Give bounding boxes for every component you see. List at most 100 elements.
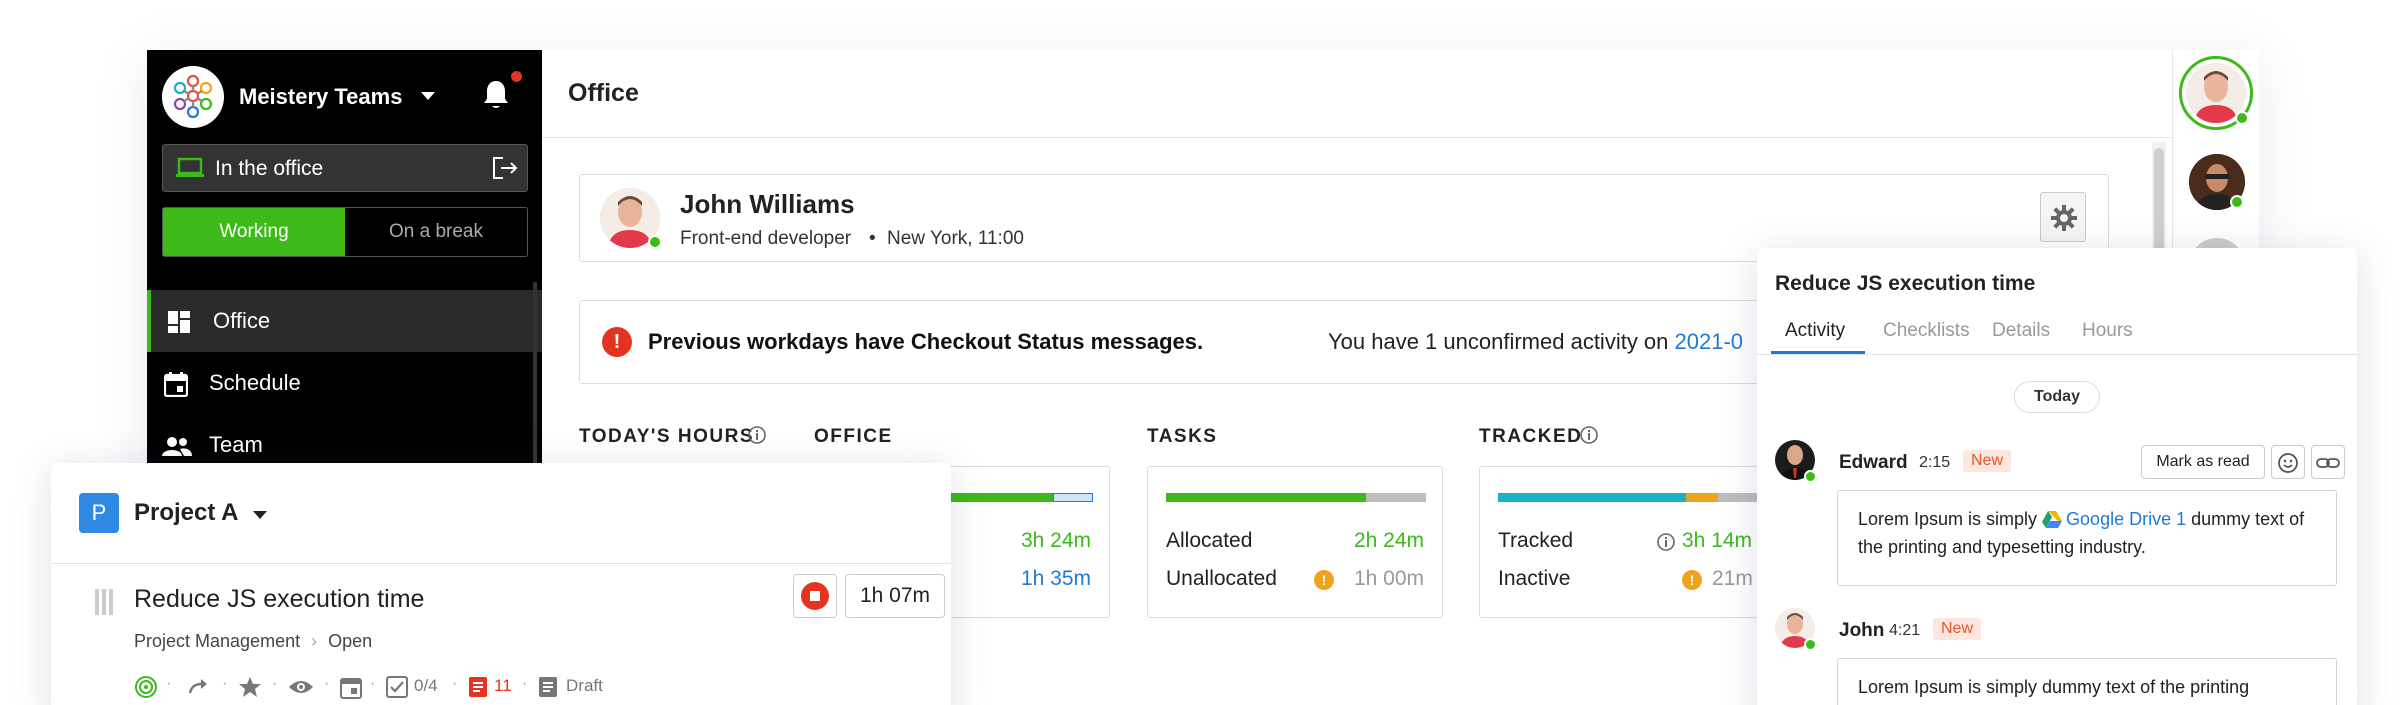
notice-message: Previous workdays have Checkout Status m…	[648, 329, 1204, 354]
online-status-dot	[2235, 111, 2249, 125]
project-badge: P	[79, 493, 119, 533]
checklist-icon[interactable]	[386, 676, 408, 698]
page-title: Office	[568, 79, 639, 107]
activity-panel-title: Reduce JS execution time	[1775, 272, 2036, 295]
unallocated-bar	[1366, 493, 1426, 502]
people-icon	[162, 437, 192, 456]
warning-icon[interactable]: !	[1314, 570, 1334, 590]
breadcrumb-project[interactable]: Project Management	[134, 631, 300, 651]
project-dropdown-caret-icon[interactable]	[253, 511, 267, 519]
office-value-2: 1h 35m	[1020, 567, 1091, 590]
allocated-label: Allocated	[1166, 529, 1253, 552]
tracked-value: 3h 14m	[1682, 529, 1753, 552]
dashboard-icon	[168, 311, 190, 333]
bell-icon[interactable]	[481, 78, 511, 117]
online-status-dot	[1804, 638, 1817, 651]
unconfirmed-activity-link[interactable]: 2021-0	[1675, 329, 1744, 354]
smiley-icon	[2278, 453, 2298, 473]
allocated-value: 2h 24m	[1353, 529, 1424, 552]
message-body: Lorem Ipsum is simply Google Drive 1 dum…	[1837, 490, 2337, 586]
timer-display[interactable]: 1h 07m	[845, 574, 945, 618]
nav-item-office[interactable]: Office	[147, 290, 542, 352]
info-icon[interactable]	[747, 425, 767, 450]
team-logo[interactable]	[162, 66, 224, 128]
alert-icon: !	[602, 327, 632, 357]
task-meta-row: · · · · · 0/4 · 11 · Draft	[134, 675, 734, 699]
office-status-label: In the office	[215, 157, 324, 180]
mark-as-read-button[interactable]: Mark as read	[2141, 445, 2265, 479]
calendar-icon[interactable]	[340, 675, 362, 699]
settings-button[interactable]	[2040, 192, 2086, 242]
message-text-start: Lorem Ipsum is simply	[1858, 509, 2043, 529]
online-status-dot	[648, 235, 662, 249]
office-progress-remaining	[1053, 493, 1093, 502]
warning-icon[interactable]: !	[1682, 570, 1702, 590]
unallocated-label: Unallocated	[1166, 567, 1277, 590]
redo-icon[interactable]	[186, 677, 212, 697]
gear-icon	[2051, 205, 2077, 231]
team-name[interactable]: Meistery Teams	[239, 84, 402, 110]
eye-icon[interactable]	[288, 679, 314, 695]
drag-handle-icon[interactable]	[93, 589, 113, 620]
stop-icon	[801, 582, 829, 610]
divider	[51, 563, 951, 564]
link-icon	[2316, 458, 2340, 468]
message-author: John	[1839, 620, 1885, 641]
tab-hours[interactable]: Hours	[2082, 320, 2133, 342]
project-panel: P Project A Reduce JS execution time Pro…	[51, 463, 951, 705]
new-badge: New	[1963, 450, 2012, 472]
working-toggle-option[interactable]: Working	[163, 208, 345, 256]
tab-activity[interactable]: Activity	[1785, 320, 1845, 342]
tab-details[interactable]: Details	[1992, 320, 2050, 342]
role-separator: •	[869, 228, 876, 249]
tasks-stat-card: Allocated 2h 24m Unallocated ! 1h 00m	[1147, 466, 1443, 618]
draft-icon[interactable]	[538, 676, 558, 698]
google-drive-link[interactable]: Google Drive 1	[2066, 509, 2186, 529]
online-status-dot	[1804, 470, 1817, 483]
tracked-stat-header: TRACKED	[1479, 426, 1583, 447]
nav-item-label: Schedule	[209, 370, 301, 395]
task-title[interactable]: Reduce JS execution time	[134, 585, 424, 614]
inactive-label: Inactive	[1498, 567, 1571, 590]
target-icon[interactable]	[134, 675, 158, 699]
office-stat-header: OFFICE	[814, 426, 893, 447]
emoji-button[interactable]	[2271, 445, 2305, 479]
team-dropdown-caret-icon[interactable]	[421, 92, 435, 100]
document-icon[interactable]	[468, 676, 488, 698]
message-body: Lorem Ipsum is simply dummy text of the …	[1837, 658, 2337, 705]
work-status-toggle: Working On a break	[162, 207, 528, 257]
laptop-icon	[175, 157, 205, 184]
breadcrumb-separator: ›	[311, 631, 318, 651]
todays-hours-header: TODAY'S HOURS	[579, 426, 754, 447]
draft-label: Draft	[566, 676, 603, 695]
tracked-label: Tracked	[1498, 529, 1574, 552]
untracked-bar	[1718, 493, 1758, 502]
info-icon[interactable]	[1656, 532, 1676, 557]
breadcrumb-status[interactable]: Open	[328, 631, 372, 651]
allocated-bar	[1166, 493, 1366, 502]
tab-checklists[interactable]: Checklists	[1883, 320, 1970, 342]
info-icon[interactable]	[1579, 425, 1599, 450]
unallocated-value: 1h 00m	[1353, 567, 1424, 590]
office-value-1: 3h 24m	[1020, 529, 1091, 552]
calendar-icon	[164, 372, 188, 397]
inactive-value: 21m	[1712, 567, 1753, 590]
message-author: Edward	[1839, 452, 1908, 473]
divider	[1757, 354, 2357, 355]
break-toggle-option[interactable]: On a break	[345, 208, 527, 256]
copy-link-button[interactable]	[2311, 445, 2345, 479]
user-role: Front-end developer	[680, 228, 852, 249]
top-bar: Office	[542, 50, 2182, 138]
unconfirmed-activity-text: You have 1 unconfirmed activity on 2021-…	[1328, 329, 1743, 355]
checklist-count: 0/4	[414, 676, 438, 695]
project-name[interactable]: Project A	[134, 499, 238, 527]
nav-item-schedule[interactable]: Schedule	[147, 352, 542, 414]
user-location: New York, 11:00	[887, 228, 1024, 249]
user-name: John Williams	[680, 189, 855, 219]
star-icon[interactable]	[238, 676, 262, 698]
logout-icon[interactable]	[491, 155, 519, 186]
office-status-box[interactable]: In the office	[162, 144, 528, 192]
unconfirmed-activity-label: You have 1 unconfirmed activity on	[1328, 329, 1675, 354]
tracked-bar	[1498, 493, 1686, 502]
stop-timer-button[interactable]	[793, 574, 837, 618]
